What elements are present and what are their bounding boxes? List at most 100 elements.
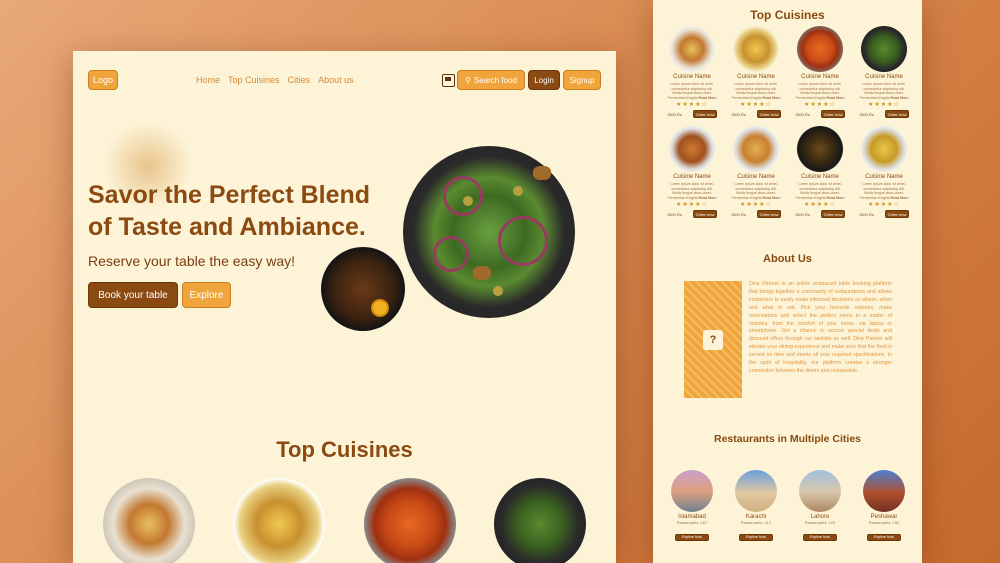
- order-now-button[interactable]: Order now: [821, 210, 845, 218]
- order-now-button[interactable]: Order now: [693, 210, 717, 218]
- explore-now-button[interactable]: Explore Now: [867, 533, 901, 541]
- cuisine-price: 1500 Rs: [795, 211, 810, 217]
- read-more-link[interactable]: Read More: [827, 96, 845, 100]
- chat-question-icon: ?: [703, 330, 723, 350]
- cuisine-footer: 1500 Rs Order now: [731, 210, 781, 218]
- cuisine-card: Cuisine Name Lorem ipsum dolor sit amet, …: [667, 126, 717, 218]
- nav-cities[interactable]: Cities: [288, 75, 311, 85]
- order-now-button[interactable]: Order now: [757, 210, 781, 218]
- explore-button[interactable]: Explore: [182, 282, 231, 308]
- read-more-link[interactable]: Read More: [827, 196, 845, 200]
- cuisine-card: Cuisine Name Lorem ipsum dolor sit amet, …: [667, 26, 717, 118]
- explore-now-button[interactable]: Explore Now: [675, 533, 709, 541]
- explore-now-button[interactable]: Explore Now: [803, 533, 837, 541]
- login-button[interactable]: Login: [528, 70, 560, 90]
- cuisine-name: Cuisine Name: [865, 174, 903, 180]
- cuisine-price: 1500 Rs: [859, 111, 874, 117]
- nav-about-us[interactable]: About us: [318, 75, 354, 85]
- city-count: Restaurants: 150: [868, 520, 900, 525]
- cuisine-name: Cuisine Name: [865, 74, 903, 80]
- cuisine-card: Cuisine Name Lorem ipsum dolor sit amet, …: [859, 26, 909, 118]
- cuisine-image[interactable]: [797, 26, 843, 72]
- about-pattern-image: ?: [684, 281, 742, 398]
- main-nav: Home Top Cuisines Cities About us: [196, 75, 354, 85]
- cuisine-footer: 1500 Rs Order now: [795, 110, 845, 118]
- city-card-karachi: Karachi Restaurants: 112 Explore Now: [735, 470, 777, 543]
- city-card-islamabad: Islamabad Restaurants: 167 Explore Now: [671, 470, 713, 543]
- olive: [513, 186, 523, 196]
- read-more-link[interactable]: Read More: [891, 96, 909, 100]
- cuisine-name: Cuisine Name: [673, 74, 711, 80]
- rating-stars: ★★★★☆: [740, 102, 772, 108]
- cuisine-image[interactable]: [669, 126, 715, 172]
- cuisine-description: Lorem ipsum dolor sit amet, consectetur …: [667, 182, 717, 200]
- rating-stars: ★★★★☆: [804, 102, 836, 108]
- logo[interactable]: Logo: [88, 70, 118, 90]
- rating-stars: ★★★★☆: [868, 202, 900, 208]
- read-more-link[interactable]: Read More: [891, 196, 909, 200]
- karahi-bowl-image: [321, 247, 405, 331]
- search-button[interactable]: ⚲ Search food: [457, 70, 525, 90]
- walnut: [533, 166, 551, 180]
- salad-plate-image: [403, 146, 575, 318]
- cuisine-card: Cuisine Name Lorem ipsum dolor sit amet, …: [795, 126, 845, 218]
- signup-button[interactable]: Signup: [563, 70, 601, 90]
- cuisine-description: Lorem ipsum dolor sit amet, consectetur …: [731, 182, 781, 200]
- cuisine-name: Cuisine Name: [673, 174, 711, 180]
- walnut: [473, 266, 491, 280]
- cuisine-image[interactable]: [797, 126, 843, 172]
- hero-subtitle: Reserve your table the easy way!: [88, 253, 295, 269]
- rating-stars: ★★★★☆: [676, 202, 708, 208]
- order-now-button[interactable]: Order now: [757, 110, 781, 118]
- rating-stars: ★★★★☆: [676, 102, 708, 108]
- read-more-link[interactable]: Read More: [763, 96, 781, 100]
- order-now-button[interactable]: Order now: [885, 210, 909, 218]
- read-more-link[interactable]: Read More: [699, 96, 717, 100]
- cart-icon[interactable]: [442, 74, 455, 87]
- onion-ring: [498, 216, 548, 266]
- explore-now-button[interactable]: Explore Now: [739, 533, 773, 541]
- cuisine-card: Cuisine Name Lorem ipsum dolor sit amet, …: [731, 126, 781, 218]
- cuisine-description: Lorem ipsum dolor sit amet, consectetur …: [667, 82, 717, 100]
- about-heading: About Us: [763, 253, 812, 265]
- cuisine-image[interactable]: [733, 26, 779, 72]
- cuisine-price: 1500 Rs: [859, 211, 874, 217]
- order-now-button[interactable]: Order now: [821, 110, 845, 118]
- cuisine-image[interactable]: [861, 126, 907, 172]
- about-text: Dine Partner is an online restaurant tab…: [749, 281, 892, 374]
- rating-stars: ★★★★☆: [868, 102, 900, 108]
- landing-page-mockup: Logo Home Top Cuisines Cities About us ⚲…: [73, 51, 616, 563]
- lemon-slice: [371, 299, 389, 317]
- cuisine-price: 1500 Rs: [731, 211, 746, 217]
- nav-top-cuisines[interactable]: Top Cuisines: [228, 75, 280, 85]
- rating-stars: ★★★★☆: [740, 202, 772, 208]
- side-top-cuisines-heading: Top Cuisines: [750, 8, 825, 22]
- cuisine-image[interactable]: [669, 26, 715, 72]
- nav-home[interactable]: Home: [196, 75, 220, 85]
- cuisine-description: Lorem ipsum dolor sit amet, consectetur …: [731, 82, 781, 100]
- city-count: Restaurants: 167: [676, 520, 708, 525]
- cuisine-price: 1500 Rs: [667, 111, 682, 117]
- cuisine-card: Cuisine Name Lorem ipsum dolor sit amet, …: [795, 26, 845, 118]
- cuisine-image[interactable]: [733, 126, 779, 172]
- cuisine-name: Cuisine Name: [801, 74, 839, 80]
- onion-ring: [443, 176, 483, 216]
- thali-dish-image[interactable]: [103, 478, 195, 563]
- order-now-button[interactable]: Order now: [693, 110, 717, 118]
- city-card-peshawar: Peshawar Restaurants: 150 Explore Now: [863, 470, 905, 543]
- cuisine-footer: 1500 Rs Order now: [859, 210, 909, 218]
- cuisine-image[interactable]: [861, 26, 907, 72]
- cuisine-footer: 1500 Rs Order now: [667, 110, 717, 118]
- search-label: Search food: [473, 75, 517, 85]
- onion-ring: [433, 236, 469, 272]
- biryani-dish-image[interactable]: [233, 478, 325, 563]
- book-table-button[interactable]: Book your table: [88, 282, 178, 308]
- cuisine-name: Cuisine Name: [737, 74, 775, 80]
- read-more-link[interactable]: Read More: [699, 196, 717, 200]
- search-icon: ⚲: [465, 75, 471, 85]
- read-more-link[interactable]: Read More: [763, 196, 781, 200]
- cuisine-description: Lorem ipsum dolor sit amet, consectetur …: [795, 82, 845, 100]
- curry-dish-image[interactable]: [364, 478, 456, 563]
- order-now-button[interactable]: Order now: [885, 110, 909, 118]
- salad-dish-image[interactable]: [494, 478, 586, 563]
